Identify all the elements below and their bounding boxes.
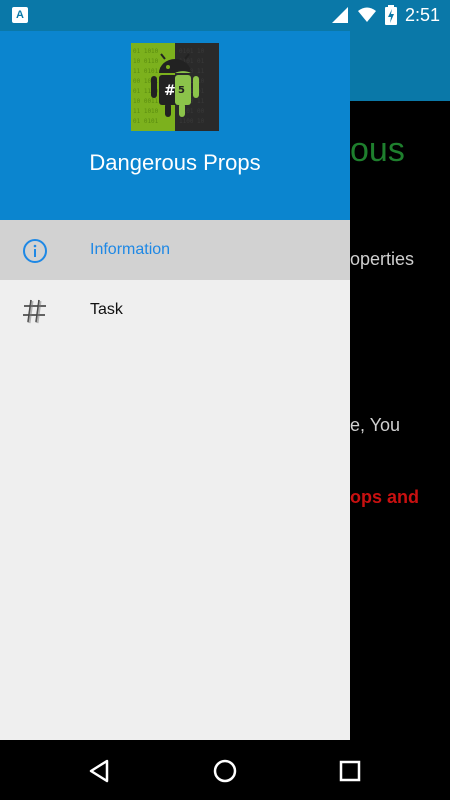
app-logo: 0101 10 1101 01 0110 11 1001 10 0111 01 … xyxy=(131,43,219,131)
clock: 2:51 xyxy=(404,5,440,25)
app-title: Dangerous Props xyxy=(89,150,261,175)
recents-icon[interactable] xyxy=(335,756,365,786)
battery-icon xyxy=(384,5,397,25)
background-text-1: operties xyxy=(350,249,415,269)
status-bar: A 2:51 xyxy=(0,0,450,31)
background-text-2: e, You xyxy=(350,415,401,435)
background-text-3: ops and xyxy=(350,487,420,507)
navigation-bar xyxy=(0,740,450,800)
svg-text:10 0110: 10 0110 xyxy=(133,58,159,65)
svg-text:1100 10: 1100 10 xyxy=(179,118,205,125)
background-title: ous xyxy=(350,131,405,169)
svg-text:11 1010: 11 1010 xyxy=(133,108,159,115)
info-icon xyxy=(23,239,47,263)
cellular-icon xyxy=(331,7,348,23)
svg-text:11 0101: 11 0101 xyxy=(133,68,159,75)
wifi-icon xyxy=(357,7,376,22)
status-icons: 2:51 xyxy=(331,4,440,26)
drawer-header: 0101 10 1101 01 0110 11 1001 10 0111 01 … xyxy=(0,31,350,220)
hash-icon xyxy=(23,299,46,324)
svg-text:0101 10: 0101 10 xyxy=(179,48,205,55)
svg-text:10 0011: 10 0011 xyxy=(133,98,159,105)
drawer-item-label: Information xyxy=(90,241,171,258)
android-icon: 0101 10 1101 01 0110 11 1001 10 0111 01 … xyxy=(133,48,205,125)
back-icon[interactable] xyxy=(85,756,115,786)
svg-text:01 0101: 01 0101 xyxy=(133,118,159,125)
svg-text:#: # xyxy=(164,83,176,99)
notification-icon: A xyxy=(12,7,28,23)
drawer-menu: Information Task xyxy=(0,220,350,340)
svg-text:5: 5 xyxy=(178,85,185,96)
drawer-item-task[interactable]: Task xyxy=(0,280,350,340)
home-icon[interactable] xyxy=(210,756,240,786)
drawer-item-information[interactable]: Information xyxy=(0,220,350,280)
svg-text:01 1010: 01 1010 xyxy=(133,48,159,55)
navigation-drawer: 0101 10 1101 01 0110 11 1001 10 0111 01 … xyxy=(0,31,350,740)
drawer-item-label: Task xyxy=(90,301,123,318)
